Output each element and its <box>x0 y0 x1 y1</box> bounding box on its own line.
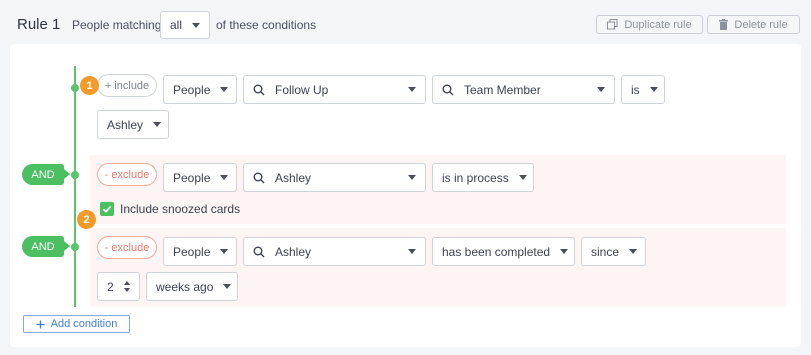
chevron-down-icon <box>192 22 201 28</box>
matching-prefix: People matching <box>72 18 162 32</box>
chevron-down-icon <box>597 87 605 92</box>
step-marker-2: 2 <box>77 210 96 229</box>
include-snoozed-label: Include snoozed cards <box>120 202 241 216</box>
connector-dot <box>71 171 79 179</box>
entity-select[interactable]: People <box>163 163 237 192</box>
search-icon <box>253 246 265 257</box>
search-select[interactable]: Ashley <box>243 237 426 266</box>
rule-title: Rule 1 <box>17 16 61 33</box>
qualifier-select-value: since <box>591 244 620 259</box>
matching-select[interactable]: all <box>160 11 210 39</box>
matching-select-value: all <box>170 18 183 32</box>
add-condition-label: Add condition <box>50 318 118 330</box>
stepper-arrows-icon[interactable] <box>124 281 130 292</box>
value-select[interactable]: Ashley <box>97 110 169 139</box>
operator-select-value: is <box>631 82 640 97</box>
entity-select-value: People <box>173 82 211 97</box>
search-select[interactable]: Ashley <box>243 163 426 192</box>
exclude-toggle[interactable]: - exclude <box>97 236 157 259</box>
plus-icon <box>36 320 45 328</box>
and-connector-badge: AND <box>22 164 70 185</box>
search-icon <box>442 84 454 95</box>
chevron-down-icon <box>220 249 229 254</box>
operator-select[interactable]: has been completed <box>432 237 575 266</box>
chevron-down-icon <box>153 122 162 127</box>
operator-select-value: has been completed <box>442 244 551 259</box>
operator-select[interactable]: is in process <box>432 163 534 192</box>
value-select-value: Ashley <box>107 117 144 132</box>
chevron-down-icon <box>518 175 527 180</box>
chevron-down-icon <box>220 175 229 180</box>
connector-dot <box>71 243 79 251</box>
check-icon <box>102 205 112 213</box>
operator-select[interactable]: is <box>621 75 665 104</box>
duplicate-icon <box>607 19 618 30</box>
field-select[interactable]: Team Member <box>432 75 615 104</box>
rule-editor: Rule 1 People matching all of these cond… <box>0 0 811 355</box>
exclude-toggle[interactable]: - exclude <box>97 163 157 186</box>
search-icon <box>253 84 265 95</box>
search-select-value: Ashley <box>275 244 312 259</box>
field-select-value: Team Member <box>464 82 541 97</box>
chevron-down-icon <box>408 87 416 92</box>
search-select[interactable]: Follow Up <box>243 75 426 104</box>
qualifier-select[interactable]: since <box>581 237 646 266</box>
operator-select-value: is in process <box>442 170 509 185</box>
entity-select[interactable]: People <box>163 75 237 104</box>
search-icon <box>253 172 265 183</box>
search-select-value: Ashley <box>275 170 312 185</box>
trash-icon <box>719 19 729 30</box>
connector-dot <box>71 84 79 92</box>
amount-value: 2 <box>107 279 114 294</box>
and-connector-badge: AND <box>22 236 70 257</box>
matching-suffix: of these conditions <box>216 18 317 32</box>
chevron-down-icon <box>408 249 416 254</box>
include-snoozed-checkbox[interactable] <box>100 202 114 216</box>
chevron-down-icon <box>560 249 569 254</box>
chevron-down-icon <box>629 249 638 254</box>
delete-rule-label: Delete rule <box>734 18 788 31</box>
chevron-down-icon <box>649 87 658 92</box>
unit-select[interactable]: weeks ago <box>146 272 238 301</box>
entity-select-value: People <box>173 244 211 259</box>
unit-select-value: weeks ago <box>156 279 214 294</box>
duplicate-rule-label: Duplicate rule <box>624 18 692 31</box>
chevron-down-icon <box>408 175 416 180</box>
chevron-down-icon <box>220 87 229 92</box>
chevron-down-icon <box>223 284 232 289</box>
include-toggle[interactable]: + include <box>97 74 157 97</box>
search-select-value: Follow Up <box>275 82 329 97</box>
entity-select[interactable]: People <box>163 237 237 266</box>
condition-connector-line <box>74 66 76 307</box>
add-condition-button[interactable]: Add condition <box>23 315 130 333</box>
step-marker-1: 1 <box>80 76 99 95</box>
delete-rule-button[interactable]: Delete rule <box>707 15 800 34</box>
entity-select-value: People <box>173 170 211 185</box>
amount-stepper[interactable]: 2 <box>97 272 140 301</box>
duplicate-rule-button[interactable]: Duplicate rule <box>596 15 703 34</box>
